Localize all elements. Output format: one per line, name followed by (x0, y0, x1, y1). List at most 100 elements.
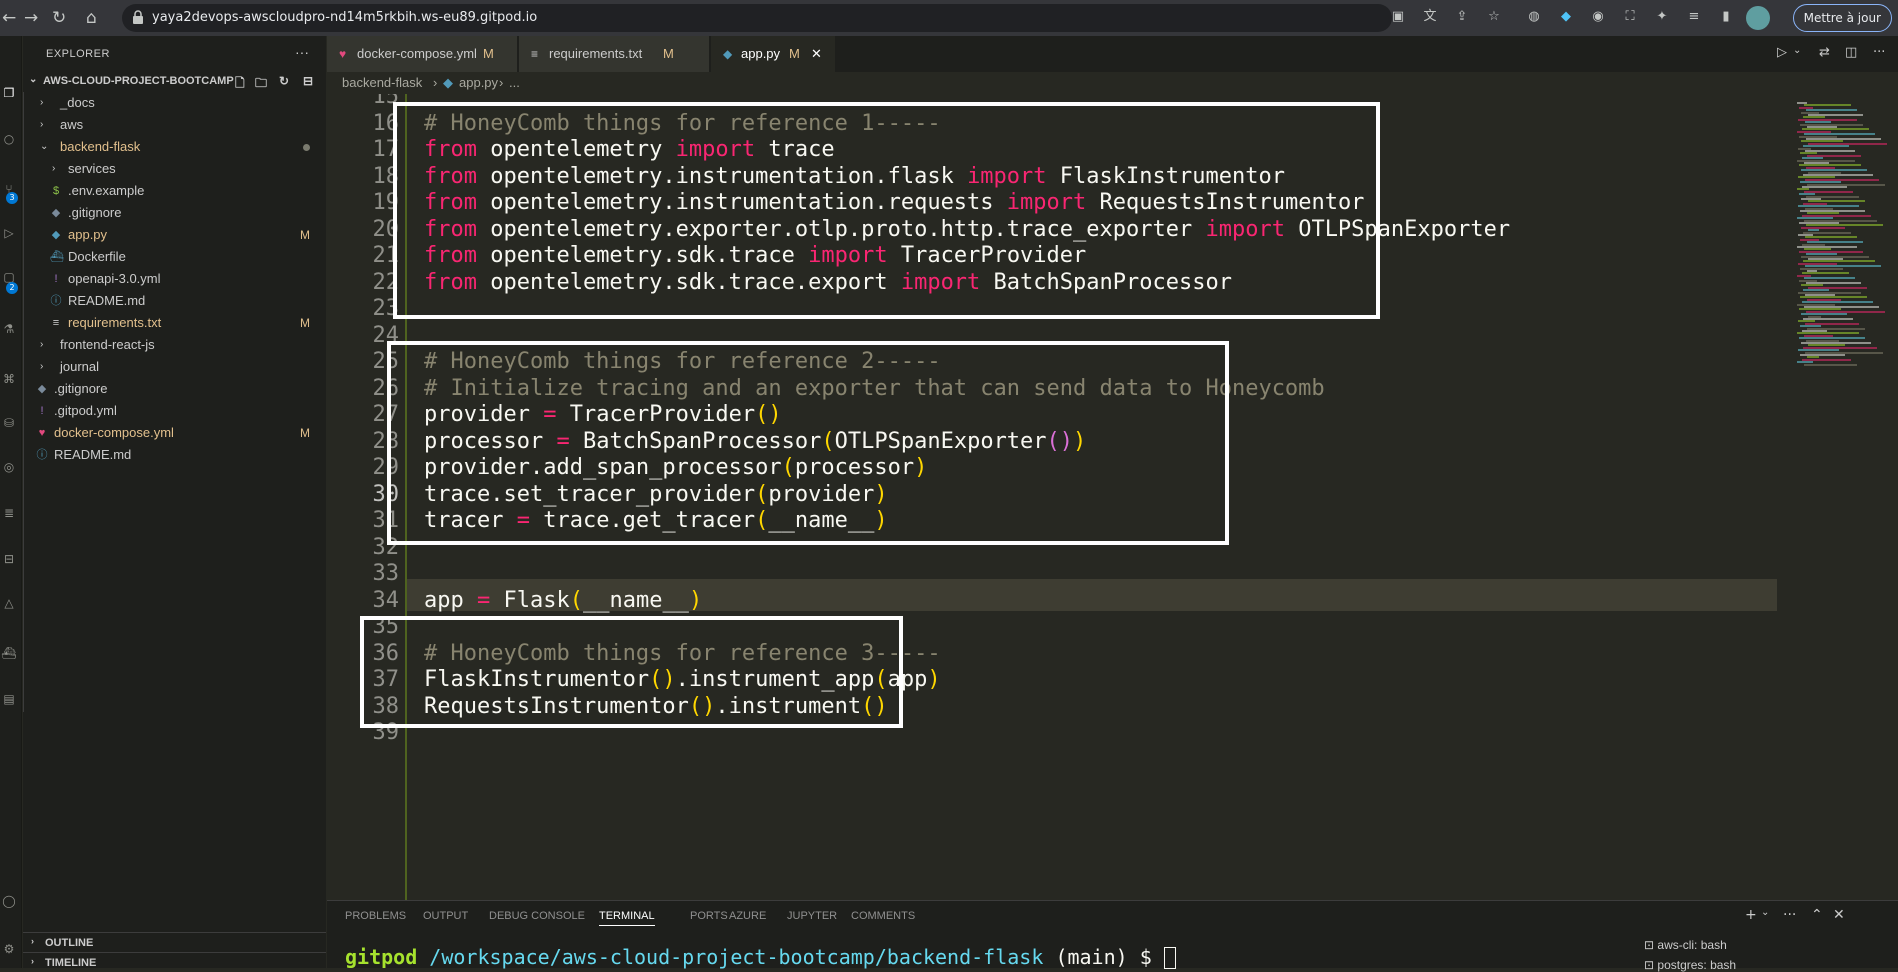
python-icon: ◆ (51, 229, 61, 241)
breadcrumb-symbol[interactable]: ... (509, 72, 520, 94)
tab-debug-console[interactable]: DEBUG CONSOLE (489, 910, 585, 922)
tab-ports[interactable]: PORTS (690, 910, 728, 922)
tab-problems[interactable]: PROBLEMS (345, 910, 406, 922)
tab-label: app.py (741, 46, 781, 61)
search-icon[interactable]: ○ (0, 132, 18, 150)
terminal-icon[interactable]: ⊟ (0, 552, 18, 570)
address-bar[interactable]: yaya2devops-awscloudpro-nd14m5rkbih.ws-e… (122, 4, 1392, 32)
api-icon[interactable]: ⌘ (0, 372, 18, 390)
tree-item-readme[interactable]: ⓘ README.md (24, 290, 327, 312)
tab-app-py[interactable]: ◆ app.py M ✕ (711, 36, 835, 72)
prompt-branch: (main) $ (1055, 945, 1152, 969)
forward-icon[interactable]: → (24, 8, 38, 28)
project-header[interactable]: ⌄ AWS-CLOUD-PROJECT-BOOTCAMP 🗋 🗀 ↻ ⊟ (23, 72, 326, 92)
home-icon[interactable]: ⌂ (86, 8, 97, 28)
project-name: AWS-CLOUD-PROJECT-BOOTCAMP (43, 75, 234, 87)
close-panel-icon[interactable]: ✕ (1833, 907, 1845, 923)
more-actions-icon[interactable]: ··· (1783, 907, 1796, 923)
avatar[interactable] (1746, 6, 1770, 30)
explorer-icon[interactable]: ❐ (0, 86, 18, 104)
reload-icon[interactable]: ↻ (52, 8, 66, 28)
tree-item-dockerfile[interactable]: ⛴ Dockerfile (24, 246, 327, 268)
highlight-box-reference-3 (360, 616, 903, 728)
outline-section[interactable]: › OUTLINE (23, 932, 326, 952)
extension-icon[interactable]: ◍ (1526, 9, 1542, 25)
terminal-list-item[interactable]: ⊡ aws-cli: bash (1644, 938, 1727, 952)
update-button[interactable]: Mettre à jour (1792, 4, 1892, 32)
compare-icon[interactable]: ⇄ (1819, 45, 1830, 60)
line-number: 20 (372, 216, 400, 242)
translate-icon[interactable]: 文 (1422, 9, 1438, 25)
tree-item-app-py[interactable]: ◆ app.py M (24, 224, 327, 246)
tree-item-frontend[interactable]: › frontend-react-js (24, 334, 327, 356)
tree-item-gitignore[interactable]: ◆ .gitignore (24, 202, 327, 224)
tree-item-requirements[interactable]: ≡ requirements.txt M (24, 312, 327, 334)
tab-jupyter[interactable]: JUPYTER (787, 910, 837, 922)
run-icon[interactable]: ▷ (1777, 45, 1787, 60)
lock-icon (133, 10, 143, 24)
sidebar-title: EXPLORER (46, 48, 110, 60)
tab-comments[interactable]: COMMENTS (851, 910, 915, 922)
close-icon[interactable]: ✕ (811, 36, 822, 72)
side-panel-icon[interactable]: ▮ (1718, 9, 1734, 25)
back-icon[interactable]: ← (2, 8, 16, 28)
tab-output[interactable]: OUTPUT (423, 910, 468, 922)
tab-requirements[interactable]: ≡ requirements.txt M (519, 36, 709, 72)
refresh-icon[interactable]: ↻ (279, 74, 289, 88)
terminal-list-item[interactable]: ⊡ postgres: bash (1644, 958, 1736, 972)
tree-item-env-example[interactable]: $ .env.example (24, 180, 327, 202)
tab-terminal[interactable]: TERMINAL (599, 910, 655, 926)
chevron-down-icon[interactable]: ⌄ (1793, 45, 1801, 56)
maximize-panel-icon[interactable]: ⌃ (1811, 907, 1823, 923)
text-file-icon: ≡ (531, 47, 539, 61)
extension-icon[interactable]: ◆ (1558, 9, 1574, 25)
tree-item-docker-compose[interactable]: ♥ docker-compose.yml M (24, 422, 327, 444)
tree-item-openapi[interactable]: ! openapi-3.0.yml (24, 268, 327, 290)
notes-icon[interactable]: ▤ (0, 692, 18, 710)
tree-item-root-gitignore[interactable]: ◆ .gitignore (24, 378, 327, 400)
tab-azure[interactable]: AZURE (729, 910, 766, 922)
code-editor[interactable]: 15 16 # HoneyComb things for reference 1--… (327, 94, 1898, 900)
tree-item-services[interactable]: › services (24, 158, 327, 180)
screenshot-icon[interactable]: ⛶ (1622, 9, 1638, 25)
share-icon[interactable]: ⇪ (1454, 9, 1470, 25)
tab-docker-compose[interactable]: ♥ docker-compose.yml M (327, 36, 517, 72)
database-icon[interactable]: ⛁ (0, 416, 18, 434)
chevron-down-icon[interactable]: ⌄ (1761, 907, 1769, 918)
install-app-icon[interactable]: ▣ (1390, 9, 1406, 25)
run-debug-icon[interactable]: ▷ (0, 226, 18, 244)
docker-icon[interactable]: ⛴ (0, 646, 18, 664)
tree-item-backend-flask[interactable]: ⌄ backend-flask (24, 136, 327, 158)
puzzle-icon[interactable]: ✦ (1654, 9, 1670, 25)
more-actions-icon[interactable]: ··· (295, 44, 309, 60)
highlight-box-reference-2 (387, 341, 1229, 545)
bookmark-star-icon[interactable]: ☆ (1486, 9, 1502, 25)
more-actions-icon[interactable]: ··· (1873, 45, 1885, 60)
account-icon[interactable]: ◯ (0, 894, 18, 912)
minimap[interactable] (1777, 94, 1898, 900)
tree-item-root-readme[interactable]: ⓘ README.md (24, 444, 327, 466)
github-icon[interactable]: ◎ (0, 460, 18, 478)
prompt-user: gitpod (345, 945, 418, 969)
terminal-prompt[interactable]: gitpod /workspace/aws-cloud-project-boot… (345, 945, 1176, 969)
breadcrumb-file[interactable]: app.py (459, 72, 498, 94)
tree-item-label: journal (60, 359, 100, 374)
timeline-section[interactable]: › TIMELINE (23, 952, 326, 972)
tree-item-label: services (68, 161, 116, 176)
split-editor-icon[interactable]: ◫ (1845, 45, 1857, 60)
collapse-all-icon[interactable]: ⊟ (303, 74, 313, 88)
tree-item-journal[interactable]: › journal (24, 356, 327, 378)
tree-item-aws[interactable]: › aws (24, 114, 327, 136)
testing-icon[interactable]: ⚗ (0, 322, 18, 340)
new-terminal-icon[interactable]: + (1745, 907, 1757, 923)
stack-icon[interactable]: ≣ (0, 506, 18, 524)
reading-list-icon[interactable]: ≡ (1686, 9, 1702, 25)
aws-icon[interactable]: △ (0, 596, 18, 614)
tree-item-label: frontend-react-js (60, 337, 155, 352)
extension-icon[interactable]: ◉ (1590, 9, 1606, 25)
tree-item-gitpod-yml[interactable]: ! .gitpod.yml (24, 400, 327, 422)
tree-item-docs[interactable]: › _docs (24, 92, 327, 114)
breadcrumb-folder[interactable]: backend-flask (342, 72, 422, 94)
chevron-down-icon: ⌄ (40, 141, 49, 152)
settings-gear-icon[interactable]: ⚙ (0, 942, 18, 960)
